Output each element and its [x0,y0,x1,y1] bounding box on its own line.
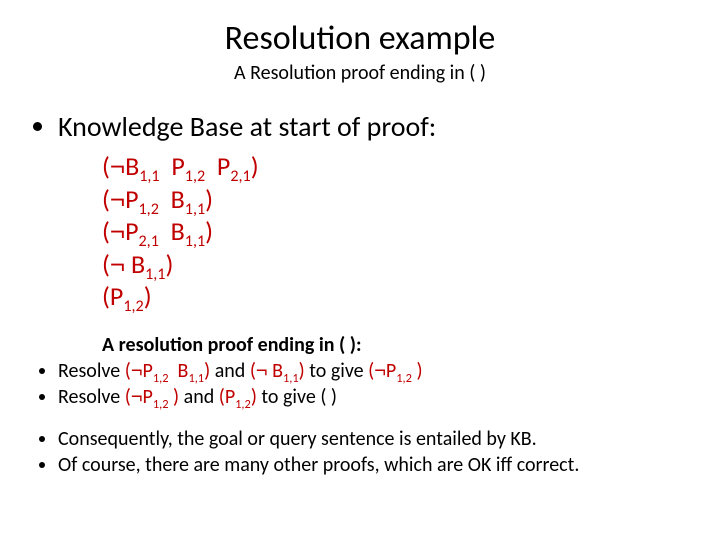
clause-ref: (¬P1,2 B1,1) [125,359,210,383]
clause-3: (¬P2,1 B1,1) [102,215,690,248]
conclusion-2: Of course, there are many other proofs, … [58,453,690,477]
not-icon: ¬ [110,249,125,279]
clause-4: (¬ B1,1) [102,248,690,281]
proof-heading: A resolution proof ending in ( ): [102,333,690,357]
resolve-step-1: Resolve (¬P1,2 B1,1) and (¬ B1,1) to giv… [58,359,690,383]
slide-title: Resolution example [30,18,690,59]
proof-steps: Resolve (¬P1,2 B1,1) and (¬ B1,1) to giv… [30,359,690,409]
clause-ref: (¬ B1,1) [250,359,305,383]
slide-subtitle: A Resolution proof ending in ( ) [30,61,690,85]
not-icon: ¬ [110,216,125,246]
knowledge-base-clauses: (¬B1,1 P1,2 P2,1) (¬P1,2 B1,1) (¬P2,1 B1… [102,150,690,313]
clause-ref: (¬P1,2 ) [125,385,179,409]
slide: Resolution example A Resolution proof en… [0,0,720,540]
kb-heading-bullet: Knowledge Base at start of proof: [58,109,690,144]
clause-ref: (¬P1,2 ) [368,359,422,383]
clause-5: (P1,2) [102,280,690,313]
clause-ref: (P1,2) [219,385,257,409]
conclusion-list: Consequently, the goal or query sentence… [30,427,690,477]
conclusion-1: Consequently, the goal or query sentence… [58,427,690,451]
empty-clause: ( ) [320,385,337,409]
bullet-list: Knowledge Base at start of proof: [30,109,690,144]
clause-2: (¬P1,2 B1,1) [102,183,690,216]
not-icon: ¬ [110,151,125,181]
resolve-step-2: Resolve (¬P1,2 ) and (P1,2) to give ( ) [58,385,690,409]
clause-1: (¬B1,1 P1,2 P2,1) [102,150,690,183]
proof-block: A resolution proof ending in ( ): Resolv… [30,333,690,477]
not-icon: ¬ [110,184,125,214]
